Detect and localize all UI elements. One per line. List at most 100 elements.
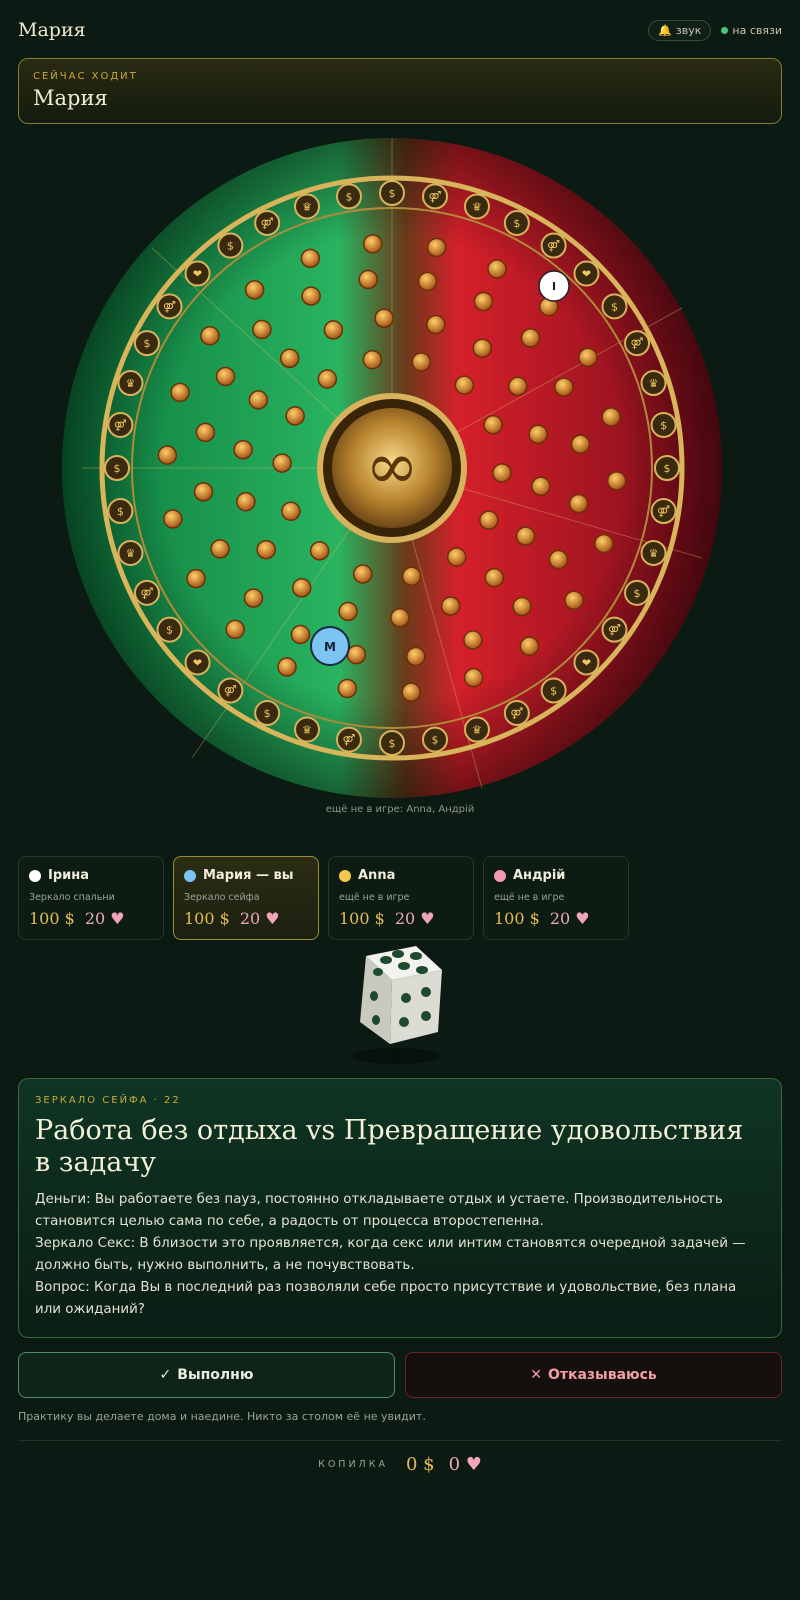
inner-track-tile[interactable] bbox=[195, 422, 216, 443]
outer-track-tile[interactable]: $ bbox=[104, 455, 130, 481]
outer-track-tile[interactable]: ♛ bbox=[463, 716, 490, 743]
inner-track-tile[interactable] bbox=[426, 237, 447, 258]
outer-track-tile[interactable]: $ bbox=[379, 730, 405, 756]
inner-track-tile[interactable] bbox=[406, 646, 426, 667]
outer-track-tile[interactable]: ⚤ bbox=[133, 579, 160, 606]
inner-track-tile[interactable] bbox=[446, 547, 467, 567]
inner-track-tile[interactable] bbox=[483, 415, 503, 435]
inner-track-tile[interactable] bbox=[244, 280, 265, 300]
outer-track-tile[interactable]: $ bbox=[624, 579, 651, 606]
inner-track-tile[interactable] bbox=[323, 320, 344, 340]
outer-track-tile[interactable]: $ bbox=[107, 498, 134, 525]
outer-track-tile[interactable]: $ bbox=[422, 726, 449, 753]
inner-track-tile[interactable] bbox=[170, 382, 190, 403]
game-board[interactable]: $ ⚤ ♛ $ ⚤ ❤ $ ⚤ ♛ $ $ ⚤ ♛ $ ⚤ ❤ $ ⚤ ♛ $ $ ⚤ ♛ $ ⚤ ❤ $ ⚤ ♛ $ $ ⚤ ♛ $ ⚤ ❤ $ ⚤ ♛ $… bbox=[62, 138, 738, 798]
outer-track-tile[interactable]: ⚤ bbox=[107, 411, 134, 438]
inner-track-tile[interactable] bbox=[568, 493, 589, 514]
inner-track-tile[interactable] bbox=[401, 566, 422, 586]
outer-track-tile[interactable]: ♛ bbox=[294, 193, 321, 220]
outer-track-tile[interactable]: ♛ bbox=[117, 370, 144, 397]
inner-track-tile[interactable] bbox=[601, 407, 621, 427]
player-card-maria[interactable]: Мария — вы Зеркало сейфа 100 $ 20 ♥ bbox=[173, 856, 319, 940]
inner-track-tile[interactable] bbox=[564, 590, 584, 611]
inner-track-tile[interactable] bbox=[291, 578, 312, 598]
inner-track-tile[interactable] bbox=[309, 541, 330, 561]
inner-track-tile[interactable] bbox=[548, 549, 569, 570]
inner-track-tile[interactable] bbox=[520, 328, 541, 348]
outer-track-tile[interactable]: $ bbox=[503, 209, 530, 236]
inner-track-tile[interactable] bbox=[578, 347, 598, 368]
outer-track-tile[interactable]: $ bbox=[254, 700, 281, 727]
refuse-button[interactable]: ✕ Отказываюсь bbox=[405, 1352, 782, 1398]
inner-track-tile[interactable] bbox=[374, 308, 394, 328]
outer-track-tile[interactable]: ⚤ bbox=[156, 293, 183, 320]
outer-track-tile[interactable]: ♛ bbox=[463, 193, 490, 220]
outer-track-tile[interactable]: ❤ bbox=[184, 260, 211, 287]
inner-track-tile[interactable] bbox=[281, 501, 301, 521]
inner-track-tile[interactable] bbox=[225, 619, 245, 640]
outer-track-tile[interactable]: ⚤ bbox=[254, 209, 281, 236]
sound-toggle-button[interactable]: 🔔 звук bbox=[648, 19, 712, 41]
outer-track-tile[interactable]: $ bbox=[601, 293, 628, 320]
inner-track-tile[interactable] bbox=[519, 636, 540, 656]
player-card-irina[interactable]: Ірина Зеркало спальни 100 $ 20 ♥ bbox=[18, 856, 164, 940]
inner-track-tile[interactable] bbox=[337, 678, 358, 699]
inner-track-tile[interactable] bbox=[417, 271, 438, 292]
inner-track-tile[interactable] bbox=[515, 526, 536, 546]
inner-track-tile[interactable] bbox=[272, 453, 292, 473]
inner-track-tile[interactable] bbox=[401, 682, 422, 702]
outer-track-tile[interactable]: ❤ bbox=[573, 649, 600, 676]
outer-track-tile[interactable]: $ bbox=[379, 180, 405, 206]
inner-track-tile[interactable] bbox=[243, 588, 264, 608]
outer-track-tile[interactable]: $ bbox=[217, 232, 244, 259]
inner-track-tile[interactable] bbox=[411, 352, 432, 372]
inner-track-tile[interactable] bbox=[233, 439, 253, 460]
accept-button[interactable]: ✓ Выполню bbox=[18, 1352, 395, 1398]
inner-track-tile[interactable] bbox=[508, 376, 528, 397]
inner-track-tile[interactable] bbox=[210, 539, 230, 559]
outer-track-tile[interactable]: ⚤ bbox=[422, 183, 449, 210]
inner-track-tile[interactable] bbox=[248, 390, 269, 410]
outer-track-tile[interactable]: $ bbox=[133, 330, 160, 357]
inner-track-tile[interactable] bbox=[362, 234, 383, 254]
player-card-andrii[interactable]: Андрій ещё не в игре 100 $ 20 ♥ bbox=[483, 856, 629, 940]
outer-track-tile[interactable]: $ bbox=[540, 677, 567, 704]
inner-track-tile[interactable] bbox=[362, 350, 383, 370]
inner-track-tile[interactable] bbox=[473, 291, 494, 312]
inner-track-tile[interactable] bbox=[528, 424, 548, 445]
outer-track-tile[interactable]: ⚤ bbox=[540, 232, 567, 259]
outer-track-tile[interactable]: ♛ bbox=[640, 370, 667, 397]
inner-track-tile[interactable] bbox=[157, 445, 178, 465]
outer-track-tile[interactable]: ⚤ bbox=[601, 616, 628, 643]
inner-track-tile[interactable] bbox=[285, 406, 305, 426]
inner-track-tile[interactable] bbox=[570, 434, 591, 454]
outer-track-tile[interactable]: ♛ bbox=[294, 716, 321, 743]
inner-track-tile[interactable] bbox=[492, 463, 512, 483]
inner-track-tile[interactable] bbox=[277, 657, 297, 677]
outer-track-tile[interactable]: ♛ bbox=[117, 539, 144, 566]
inner-track-tile[interactable] bbox=[358, 269, 378, 290]
outer-track-tile[interactable]: $ bbox=[650, 411, 677, 438]
player-card-anna[interactable]: Anna ещё не в игре 100 $ 20 ♥ bbox=[328, 856, 474, 940]
inner-track-tile[interactable] bbox=[440, 596, 461, 616]
inner-track-tile[interactable] bbox=[531, 476, 551, 497]
inner-track-tile[interactable] bbox=[594, 533, 614, 554]
inner-track-tile[interactable] bbox=[186, 568, 206, 589]
outer-track-tile[interactable]: $ bbox=[156, 616, 183, 643]
inner-track-tile[interactable] bbox=[484, 567, 505, 588]
inner-track-tile[interactable] bbox=[300, 248, 321, 269]
outer-track-tile[interactable]: $ bbox=[654, 455, 680, 481]
inner-track-tile[interactable] bbox=[200, 325, 220, 346]
inner-track-tile[interactable] bbox=[479, 510, 499, 530]
inner-track-tile[interactable] bbox=[472, 338, 493, 358]
inner-track-tile[interactable] bbox=[338, 601, 358, 622]
inner-track-tile[interactable] bbox=[279, 348, 300, 369]
outer-track-tile[interactable]: ⚤ bbox=[217, 677, 244, 704]
outer-track-tile[interactable]: ⚤ bbox=[335, 726, 362, 753]
inner-track-tile[interactable] bbox=[554, 377, 574, 397]
outer-track-tile[interactable]: ⚤ bbox=[650, 498, 677, 525]
inner-track-tile[interactable] bbox=[454, 375, 475, 395]
inner-track-tile[interactable] bbox=[163, 509, 183, 529]
inner-track-tile[interactable] bbox=[487, 259, 507, 279]
inner-track-tile[interactable] bbox=[252, 319, 272, 340]
